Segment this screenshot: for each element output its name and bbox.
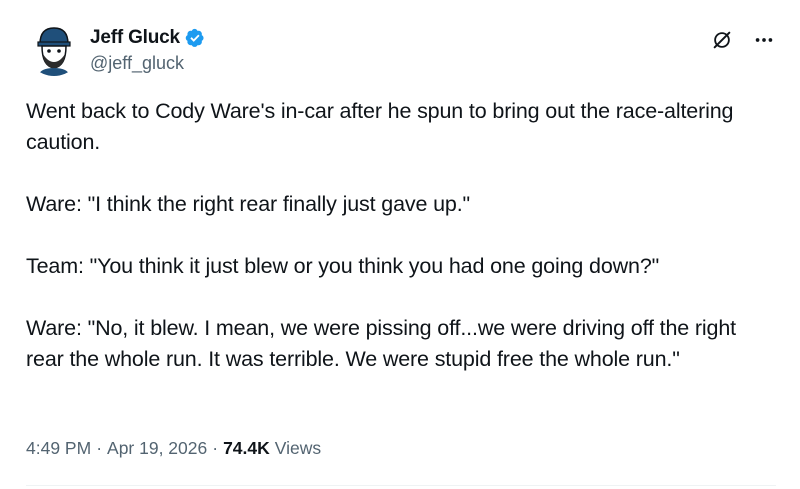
tweet-paragraph: Team: "You think it just blew or you thi…: [26, 254, 660, 278]
avatar[interactable]: [26, 20, 82, 76]
author-handle[interactable]: @jeff_gluck: [90, 53, 205, 74]
tweet-paragraph: Went back to Cody Ware's in-car after he…: [26, 99, 734, 154]
views-count[interactable]: 74.4K: [223, 438, 270, 459]
tweet-card: Jeff Gluck @jeff_gluck Went back to Cody…: [0, 0, 800, 489]
tweet-paragraph: Ware: "I think the right rear finally ju…: [26, 192, 471, 216]
author-display-name[interactable]: Jeff Gluck: [90, 27, 180, 49]
more-options-icon[interactable]: [752, 28, 776, 52]
tweet-meta: 4:49 PM · Apr 19, 2026 · 74.4K Views: [26, 438, 321, 459]
divider: [26, 485, 776, 486]
verified-badge-icon[interactable]: [185, 28, 205, 48]
views-label[interactable]: Views: [275, 438, 321, 459]
meta-separator: ·: [96, 438, 103, 458]
tweet-time[interactable]: 4:49 PM: [26, 438, 91, 459]
grok-icon[interactable]: [710, 28, 734, 52]
tweet-text: Went back to Cody Ware's in-car after he…: [26, 96, 766, 406]
tweet-header: Jeff Gluck @jeff_gluck: [26, 20, 776, 80]
author-names: Jeff Gluck @jeff_gluck: [90, 26, 205, 74]
header-actions: [710, 28, 776, 52]
meta-separator: ·: [212, 438, 219, 458]
tweet-paragraph: Ware: "No, it blew. I mean, we were piss…: [26, 316, 736, 371]
tweet-date[interactable]: Apr 19, 2026: [107, 438, 207, 459]
